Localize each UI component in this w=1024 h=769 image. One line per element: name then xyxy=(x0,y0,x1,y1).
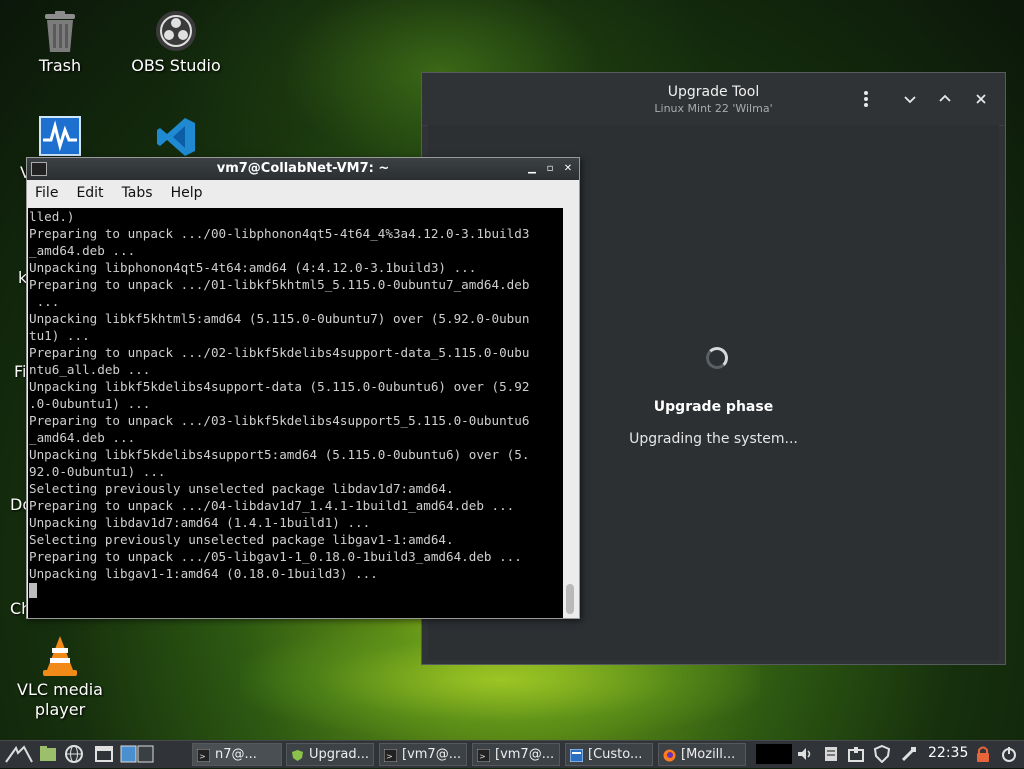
task-label: n7@... xyxy=(215,747,257,762)
workspace-switcher-icon[interactable] xyxy=(120,743,154,766)
update-manager-icon[interactable] xyxy=(847,745,865,763)
terminal-line: Unpacking libkf5khtml5:amd64 (5.115.0-0u… xyxy=(29,311,530,326)
obs-icon xyxy=(155,10,197,52)
clock[interactable]: 22:35 xyxy=(928,745,968,761)
terminal-cursor-line xyxy=(28,582,563,602)
taskbar-task-terminal[interactable]: > n7@... xyxy=(192,743,282,766)
shield-icon xyxy=(291,748,304,761)
menu-icon[interactable] xyxy=(4,743,34,766)
terminal-cursor xyxy=(29,583,37,598)
minimize-icon[interactable] xyxy=(900,89,920,109)
more-options-icon[interactable] xyxy=(856,89,876,109)
desktop-icon-monitor[interactable] xyxy=(5,116,115,162)
terminal-line: 92.0-0ubuntu1) ... xyxy=(29,464,166,479)
trash-icon xyxy=(39,10,81,52)
browser-globe-icon[interactable] xyxy=(64,743,84,766)
desktop-icon-vlc[interactable]: VLC media player xyxy=(5,634,115,720)
terminal-line: Selecting previously unselected package … xyxy=(29,481,454,496)
system-monitor-icon xyxy=(39,116,81,158)
taskbar-task-firefox[interactable]: [Mozill... xyxy=(658,743,746,766)
vscode-icon xyxy=(155,116,197,158)
task-label: [vm7@... xyxy=(402,747,462,762)
close-icon[interactable]: ✕ xyxy=(561,162,575,176)
taskbar-task-upgrade-tool[interactable]: Upgrad... xyxy=(286,743,374,766)
task-label: [vm7@... xyxy=(495,747,555,762)
cpu-graph-icon[interactable] xyxy=(756,744,792,764)
desktop-icon-vscode[interactable] xyxy=(121,116,231,162)
desktop-icon-label: Trash xyxy=(38,56,82,75)
menu-tabs[interactable]: Tabs xyxy=(122,185,153,201)
network-icon[interactable] xyxy=(900,745,918,763)
menu-file[interactable]: File xyxy=(35,185,58,201)
svg-text:>: > xyxy=(199,752,206,761)
terminal-line: Unpacking libphonon4qt5-4t64:amd64 (4:4.… xyxy=(29,260,477,275)
terminal-line: _amd64.deb ... xyxy=(29,243,136,258)
terminal-line: Unpacking libkf5kdelibs4support-data (5.… xyxy=(29,379,530,394)
upgrade-tool-header: Upgrade Tool Linux Mint 22 'Wilma' xyxy=(422,73,1005,126)
terminal-icon: > xyxy=(476,748,491,763)
terminal-line: _amd64.deb ... xyxy=(29,430,136,445)
scrollbar-thumb[interactable] xyxy=(566,584,574,614)
task-label: [Custo... xyxy=(588,747,643,762)
taskbar-task-custom[interactable]: [Custo... xyxy=(565,743,653,766)
terminal-icon: > xyxy=(383,748,398,763)
desktop-icon-obs[interactable]: OBS Studio xyxy=(121,10,231,76)
terminal-window: vm7@CollabNet-VM7: ~ ▁ ▫ ✕ File Edit Tab… xyxy=(26,157,580,619)
terminal-line: .0-0ubuntu1) ... xyxy=(29,396,151,411)
terminal-titlebar[interactable]: vm7@CollabNet-VM7: ~ ▁ ▫ ✕ xyxy=(27,158,579,180)
taskbar-task-terminal-3[interactable]: > [vm7@... xyxy=(472,743,560,766)
terminal-menubar: File Edit Tabs Help xyxy=(27,180,579,206)
firefox-icon xyxy=(663,748,676,762)
lock-icon[interactable] xyxy=(974,745,992,763)
desktop-label-partial[interactable]: Fi xyxy=(14,362,26,381)
maximize-icon[interactable]: ▫ xyxy=(543,162,557,176)
terminal-line: Unpacking libkf5kdelibs4support5:amd64 (… xyxy=(29,447,530,462)
close-icon[interactable] xyxy=(971,89,991,109)
terminal-line: Preparing to unpack .../04-libdav1d7_1.4… xyxy=(29,498,515,513)
task-label: Upgrad... xyxy=(309,747,369,762)
window-icon xyxy=(569,748,584,763)
vlc-icon xyxy=(39,634,81,676)
terminal-output[interactable]: lled.) Preparing to unpack .../00-libpho… xyxy=(28,208,563,618)
progress-spinner-icon xyxy=(706,347,728,369)
clipboard-icon[interactable] xyxy=(822,745,840,763)
taskbar-task-terminal-2[interactable]: > [vm7@... xyxy=(379,743,467,766)
svg-text:>: > xyxy=(479,752,486,761)
task-label: [Mozill... xyxy=(681,747,736,762)
terminal-line: tu1) ... xyxy=(29,328,90,343)
terminal-icon: > xyxy=(196,748,211,763)
desktop-icon-label: VLC media player xyxy=(17,680,103,719)
terminal-line: Preparing to unpack .../02-libkf5kdelibs… xyxy=(29,345,530,360)
shield-icon[interactable] xyxy=(873,744,891,764)
terminal-line: Preparing to unpack .../03-libkf5kdelibs… xyxy=(29,413,530,428)
svg-text:>: > xyxy=(386,752,393,761)
taskbar: > n7@... Upgrad... > [vm7@... > [vm7@...… xyxy=(0,740,1024,768)
terminal-line: Preparing to unpack .../05-libgav1-1_0.1… xyxy=(29,549,522,564)
menu-help[interactable]: Help xyxy=(171,185,203,201)
desktop-icon-trash[interactable]: Trash xyxy=(5,10,115,76)
menu-edit[interactable]: Edit xyxy=(76,185,103,201)
terminal-line: Selecting previously unselected package … xyxy=(29,532,454,547)
terminal-line: ... xyxy=(29,294,60,309)
terminal-line: lled.) xyxy=(29,209,75,224)
terminal-line: ntu6_all.deb ... xyxy=(29,362,151,377)
terminal-scrollbar[interactable] xyxy=(563,208,577,618)
terminal-line: Preparing to unpack .../01-libkf5khtml5_… xyxy=(29,277,530,292)
maximize-icon[interactable] xyxy=(935,89,955,109)
terminal-title: vm7@CollabNet-VM7: ~ xyxy=(216,161,390,176)
terminal-line: Preparing to unpack .../00-libphonon4qt5… xyxy=(29,226,530,241)
minimize-icon[interactable]: ▁ xyxy=(525,162,539,176)
file-manager-icon[interactable] xyxy=(38,743,58,766)
show-desktop-icon[interactable] xyxy=(94,743,114,766)
desktop-icon-label: OBS Studio xyxy=(131,56,221,75)
terminal-line: Unpacking libgav1-1:amd64 (0.18.0-1build… xyxy=(29,566,378,581)
terminal-line: Unpacking libdav1d7:amd64 (1.4.1-1build1… xyxy=(29,515,371,530)
volume-icon[interactable] xyxy=(796,745,814,763)
power-icon[interactable] xyxy=(1000,745,1018,763)
